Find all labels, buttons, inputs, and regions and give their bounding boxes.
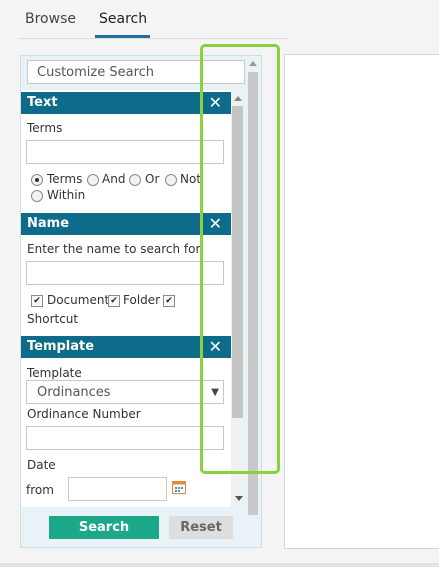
tab-bar: Browse Search: [0, 0, 290, 39]
results-pane: [284, 54, 439, 549]
date-label: Date: [27, 458, 56, 472]
radio-not[interactable]: [165, 174, 177, 186]
reset-button[interactable]: Reset: [169, 516, 233, 539]
checkbox-folder[interactable]: ✔: [108, 295, 120, 307]
tab-divider: [18, 38, 288, 39]
tab-search[interactable]: Search: [99, 11, 147, 27]
template-select[interactable]: Ordinances ▼: [26, 380, 224, 404]
terms-label: Terms: [27, 121, 63, 135]
date-from-input[interactable]: [68, 477, 167, 501]
scroll-down-arrow-icon[interactable]: [235, 496, 243, 501]
ordinance-number-label: Ordinance Number: [27, 407, 141, 421]
radio-and[interactable]: [87, 174, 99, 186]
checkbox-folder-label: Folder: [123, 293, 161, 307]
radio-or[interactable]: [129, 174, 141, 186]
ordinance-number-input[interactable]: [26, 426, 224, 450]
bottom-border: [0, 563, 439, 567]
radio-or-label: Or: [145, 172, 160, 186]
section-title: Name: [27, 216, 70, 231]
radio-not-label: Not: [180, 172, 202, 186]
radio-within[interactable]: [31, 190, 43, 202]
search-button[interactable]: Search: [49, 516, 159, 539]
radio-terms[interactable]: [31, 174, 43, 186]
highlight-box: [200, 44, 280, 474]
action-bar: Search Reset: [21, 508, 261, 548]
radio-and-label: And: [102, 172, 126, 186]
from-label: from: [26, 483, 54, 497]
checkbox-document[interactable]: ✔: [31, 295, 43, 307]
section-title: Template: [27, 339, 95, 354]
checkbox-shortcut-label: Shortcut: [27, 312, 79, 326]
radio-within-label: Within: [47, 188, 86, 202]
terms-input[interactable]: [26, 140, 224, 164]
checkbox-shortcut[interactable]: ✔: [163, 295, 175, 307]
name-input[interactable]: [26, 261, 224, 285]
tab-browse[interactable]: Browse: [25, 11, 76, 27]
name-prompt: Enter the name to search for: [27, 242, 201, 256]
checkbox-document-label: Document: [47, 293, 110, 307]
section-title: Text: [27, 95, 58, 110]
template-select-value: Ordinances: [37, 385, 111, 400]
radio-terms-label: Terms: [47, 172, 83, 186]
template-label: Template: [27, 366, 82, 380]
calendar-icon[interactable]: [172, 480, 186, 494]
